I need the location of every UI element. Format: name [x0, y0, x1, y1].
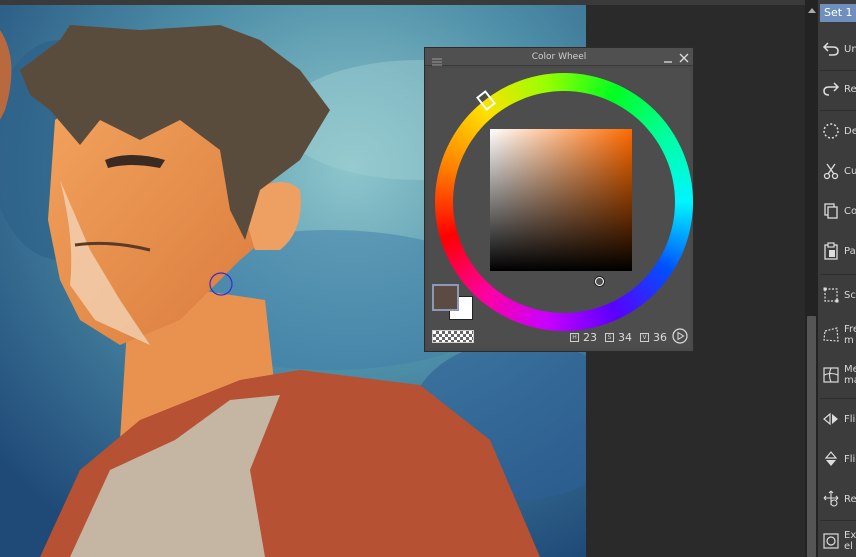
expand-selection-button[interactable]: Ex el — [818, 522, 856, 557]
mesh-transform-button[interactable]: Me ma — [818, 356, 856, 394]
minimize-icon[interactable] — [662, 50, 674, 64]
main-color-swatch[interactable] — [432, 284, 459, 311]
scale-label: Sc — [844, 289, 856, 301]
deselect-label: De — [844, 125, 856, 137]
paste-label: Pa — [844, 245, 856, 257]
deselect-icon — [820, 120, 842, 142]
flip-vertical-icon — [820, 448, 842, 470]
undo-icon — [820, 38, 842, 60]
copy-button[interactable]: Co — [818, 192, 856, 230]
flip-vertical-label: Fli — [844, 453, 856, 465]
cut-icon — [820, 160, 842, 182]
command-bar-scrollbar[interactable] — [805, 0, 818, 557]
saturation-value[interactable]: 34 — [618, 331, 632, 344]
copy-icon — [820, 200, 842, 222]
redo-button[interactable]: Re — [818, 70, 856, 108]
free-transform-icon — [820, 324, 842, 346]
free-transform-button[interactable]: Fre m — [818, 316, 856, 354]
hsv-readout: H 23 S 34 V 36 — [568, 330, 673, 344]
saturation-icon: S — [605, 332, 614, 342]
clip-studio-window: Set 1 Un Re De Cu Co Pa Sc Fr m Me m Fli… — [0, 0, 856, 557]
hue-value[interactable]: 23 — [583, 331, 597, 344]
redo-icon — [820, 78, 842, 100]
undo-button[interactable]: Un — [818, 30, 856, 68]
free-transform-label: Fre m — [844, 324, 856, 346]
separator — [820, 274, 856, 275]
scroll-up-arrow-icon[interactable] — [805, 4, 818, 16]
paste-button[interactable]: Pa — [818, 232, 856, 270]
expand-selection-icon — [820, 530, 842, 552]
separator — [820, 520, 856, 521]
set-tab[interactable]: Set 1 — [820, 4, 856, 22]
color-wheel-panel: Color Wheel H 23 S 34 V 36 — [424, 47, 694, 352]
expand-selection-label: Ex el — [844, 530, 856, 552]
separator — [820, 110, 856, 111]
mesh-transform-label: Me ma — [844, 364, 856, 386]
copy-label: Co — [844, 205, 856, 217]
scale-rotate-button[interactable]: Sc — [818, 276, 856, 314]
cut-label: Cu — [844, 165, 856, 177]
paste-icon — [820, 240, 842, 262]
transparent-color-swatch[interactable] — [432, 330, 474, 343]
mesh-transform-icon — [820, 364, 842, 386]
color-wheel-titlebar[interactable]: Color Wheel — [425, 48, 693, 66]
separator — [820, 398, 856, 399]
saturation-value-cursor[interactable] — [595, 277, 604, 286]
canvas-top-border — [0, 0, 805, 5]
deselect-button[interactable]: De — [818, 112, 856, 150]
flip-horizontal-button[interactable]: Fli — [818, 400, 856, 438]
brightness-value[interactable]: 36 — [653, 331, 667, 344]
flip-horizontal-label: Fli — [844, 413, 856, 425]
cut-button[interactable]: Cu — [818, 152, 856, 190]
rotate-icon — [820, 488, 842, 510]
close-icon[interactable] — [678, 50, 690, 64]
scroll-thumb[interactable] — [807, 316, 816, 557]
rotate-button[interactable]: Re — [818, 480, 856, 518]
color-wheel-body: H 23 S 34 V 36 — [428, 68, 693, 348]
command-bar: Set 1 Un Re De Cu Co Pa Sc Fr m Me m Fli… — [818, 0, 856, 557]
mode-toggle-icon[interactable] — [672, 328, 688, 344]
saturation-value-square[interactable] — [490, 129, 632, 286]
undo-label: Un — [844, 43, 856, 55]
rotate-label: Re — [844, 493, 856, 505]
hue-icon: H — [570, 332, 579, 342]
panel-title: Color Wheel — [531, 52, 587, 62]
flip-horizontal-icon — [820, 408, 842, 430]
scale-icon — [820, 284, 842, 306]
brightness-icon: V — [640, 332, 649, 342]
flip-vertical-button[interactable]: Fli — [818, 440, 856, 478]
redo-label: Re — [844, 83, 856, 95]
